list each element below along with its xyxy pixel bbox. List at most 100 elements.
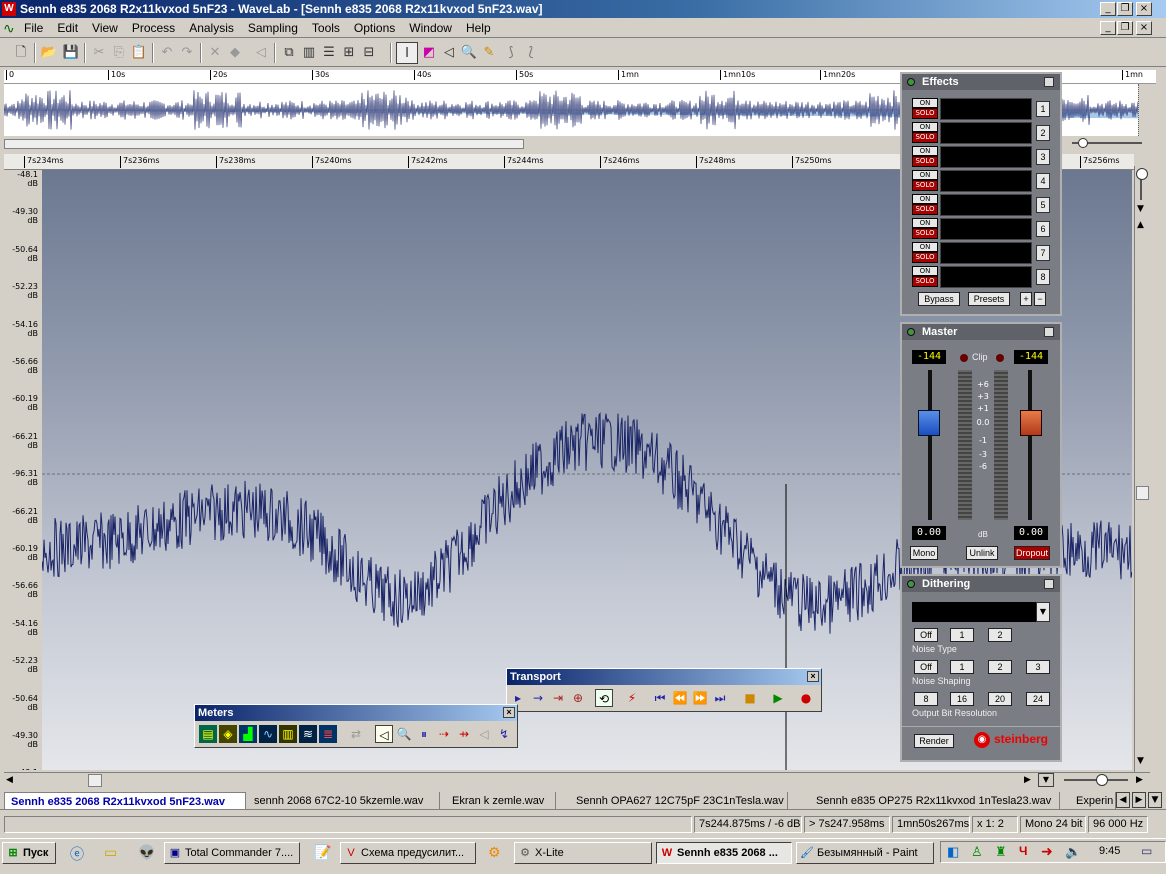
record-icon[interactable]: ● (797, 689, 815, 707)
scroll-down-icon[interactable]: ▼ (1137, 756, 1144, 766)
effect-on-button[interactable]: ON (912, 170, 938, 180)
effect-plugin-slot[interactable] (940, 218, 1032, 240)
noise-shaping-3-button[interactable]: 3 (1026, 660, 1050, 674)
overview-vscroll[interactable] (1138, 84, 1150, 136)
undo-icon[interactable]: ↶ (156, 42, 178, 64)
effect-on-button[interactable]: ON (912, 218, 938, 228)
meter-speaker-icon[interactable]: ◁ (475, 725, 493, 743)
noise-shaping-off-button[interactable]: Off (914, 660, 938, 674)
play-to-cursor-icon[interactable]: ⇥ (549, 689, 567, 707)
noise-type-2-button[interactable]: 2 (988, 628, 1012, 642)
on-solo-toggle[interactable]: ON SOLO (912, 194, 938, 216)
on-solo-toggle[interactable]: ON SOLO (912, 122, 938, 144)
file-length[interactable]: 1mn50s267ms (892, 816, 970, 833)
tab-file[interactable]: Sennh e835 OP275 R2x11kvxod 1nTesla23.wa… (810, 792, 1060, 809)
tabs-left-icon[interactable]: ◀ (1116, 792, 1130, 808)
new-file-icon[interactable]: 🗋 (10, 42, 32, 64)
menu-edit[interactable]: Edit (50, 18, 85, 38)
meters-close-icon[interactable]: × (503, 707, 515, 718)
save-icon[interactable]: 💾 (60, 42, 82, 64)
doc-restore-icon[interactable]: ❐ (1117, 21, 1133, 35)
wavescope-icon[interactable]: ≋ (299, 725, 317, 743)
transport-close-icon[interactable]: × (807, 671, 819, 682)
menu-help[interactable]: Help (459, 18, 498, 38)
menu-process[interactable]: Process (125, 18, 182, 38)
rewind-icon[interactable]: ⏪ (671, 689, 689, 707)
hzoom-knob[interactable] (1096, 774, 1108, 786)
scroll-left-icon[interactable]: ◀ (6, 775, 13, 785)
audio-format[interactable]: Mono 24 bit (1020, 816, 1086, 833)
scroll-right-icon[interactable]: ▶ (1024, 775, 1031, 785)
noise-type-off-button[interactable]: Off (914, 628, 938, 642)
view-split-icon[interactable]: ⊟ (358, 42, 380, 64)
tab-file[interactable]: Ekran k zemle.wav (446, 792, 556, 809)
doc-close-icon[interactable]: × (1136, 21, 1152, 35)
horizontal-scrollbar[interactable]: ◀ ▶ ▼ ▶ (4, 772, 1150, 788)
tray-arrow-icon[interactable]: ➜ (1041, 843, 1053, 860)
vzoom-down-icon[interactable]: ▼ (1137, 204, 1144, 214)
bits-24-button[interactable]: 24 (1026, 692, 1050, 706)
tab-file[interactable]: sennh 2068 67C2-10 5kzemle.wav (248, 792, 440, 809)
bits-8-button[interactable]: 8 (914, 692, 938, 706)
effect-solo-button[interactable]: SOLO (912, 276, 938, 287)
effect-on-button[interactable]: ON (912, 122, 938, 132)
effect-solo-button[interactable]: SOLO (912, 156, 938, 167)
noise-type-1-button[interactable]: 1 (950, 628, 974, 642)
on-solo-toggle[interactable]: ON SOLO (912, 218, 938, 240)
spectroscope-icon[interactable]: ▟ (239, 725, 257, 743)
on-solo-toggle[interactable]: ON SOLO (912, 266, 938, 288)
pencil-icon[interactable]: ✎ (478, 42, 500, 64)
effect-solo-button[interactable]: SOLO (912, 204, 938, 215)
on-solo-toggle[interactable]: ON SOLO (912, 242, 938, 264)
go-to-end-icon[interactable]: ⏭ (711, 689, 729, 707)
meter-file-icon[interactable]: ↯ (495, 725, 513, 743)
tab-file[interactable]: Experin (1070, 792, 1116, 809)
dropout-button[interactable]: Dropout (1014, 546, 1050, 560)
bit-meter-icon[interactable]: ▥ (279, 725, 297, 743)
on-solo-toggle[interactable]: ON SOLO (912, 146, 938, 168)
master-led[interactable] (907, 328, 915, 336)
effect-on-button[interactable]: ON (912, 266, 938, 276)
effect-solo-button[interactable]: SOLO (912, 180, 938, 191)
selection-position[interactable]: > 7s247.958ms (804, 816, 890, 833)
tray-language[interactable]: Ч (1019, 844, 1027, 858)
speaker-icon[interactable]: ◁ (250, 42, 272, 64)
effect-plugin-slot[interactable] (940, 194, 1032, 216)
meter-play-icon[interactable]: ⇢ (435, 725, 453, 743)
dither-dropdown-icon[interactable]: ▼ (1036, 602, 1050, 622)
doc-wave-icon[interactable]: ∿ (3, 21, 15, 37)
tray-user-icon[interactable]: ♙ (971, 844, 983, 860)
on-solo-toggle[interactable]: ON SOLO (912, 98, 938, 120)
effect-on-button[interactable]: ON (912, 146, 938, 156)
menu-view[interactable]: View (85, 18, 125, 38)
oscilloscope-icon[interactable]: ∿ (259, 725, 277, 743)
menu-tools[interactable]: Tools (305, 18, 347, 38)
vzoom-knob[interactable] (1136, 168, 1148, 180)
phasescope-icon[interactable]: ◈ (219, 725, 237, 743)
menu-window[interactable]: Window (402, 18, 459, 38)
master-close-icon[interactable] (1044, 327, 1054, 337)
overview-scroll-thumb[interactable] (4, 139, 524, 149)
view-group-icon[interactable]: ⊞ (338, 42, 360, 64)
spectrometer-icon[interactable]: ≣ (319, 725, 337, 743)
zoom-icon[interactable]: 🔍 (458, 42, 480, 64)
reset-meters-icon[interactable]: ⇄ (347, 725, 365, 743)
minimize-icon[interactable]: _ (1100, 2, 1116, 16)
marker-left-icon[interactable]: ⟆ (500, 42, 522, 64)
tray-info-icon[interactable]: ◧ (947, 844, 959, 860)
tray-desktop-icon[interactable]: ▭ (1141, 844, 1152, 858)
copy-icon[interactable]: ⎘ (108, 42, 130, 64)
fader-right-handle[interactable] (1020, 410, 1042, 436)
scrub-icon[interactable]: ⚡ (623, 689, 641, 707)
dither-type-select[interactable] (912, 602, 1036, 622)
doc-minimize-icon[interactable]: _ (1100, 21, 1116, 35)
zoom-level[interactable]: x 1: 2 (972, 816, 1018, 833)
presets-button[interactable]: Presets (968, 292, 1010, 306)
cut-icon[interactable]: ✂ (88, 42, 110, 64)
play-icon[interactable]: ▶ (769, 689, 787, 707)
effect-on-button[interactable]: ON (912, 242, 938, 252)
color-select-icon[interactable]: ◩ (418, 42, 440, 64)
effect-on-button[interactable]: ON (912, 194, 938, 204)
vscroll-thumb[interactable] (1136, 486, 1149, 500)
settings-gear-icon[interactable]: ⚙ (488, 844, 501, 861)
